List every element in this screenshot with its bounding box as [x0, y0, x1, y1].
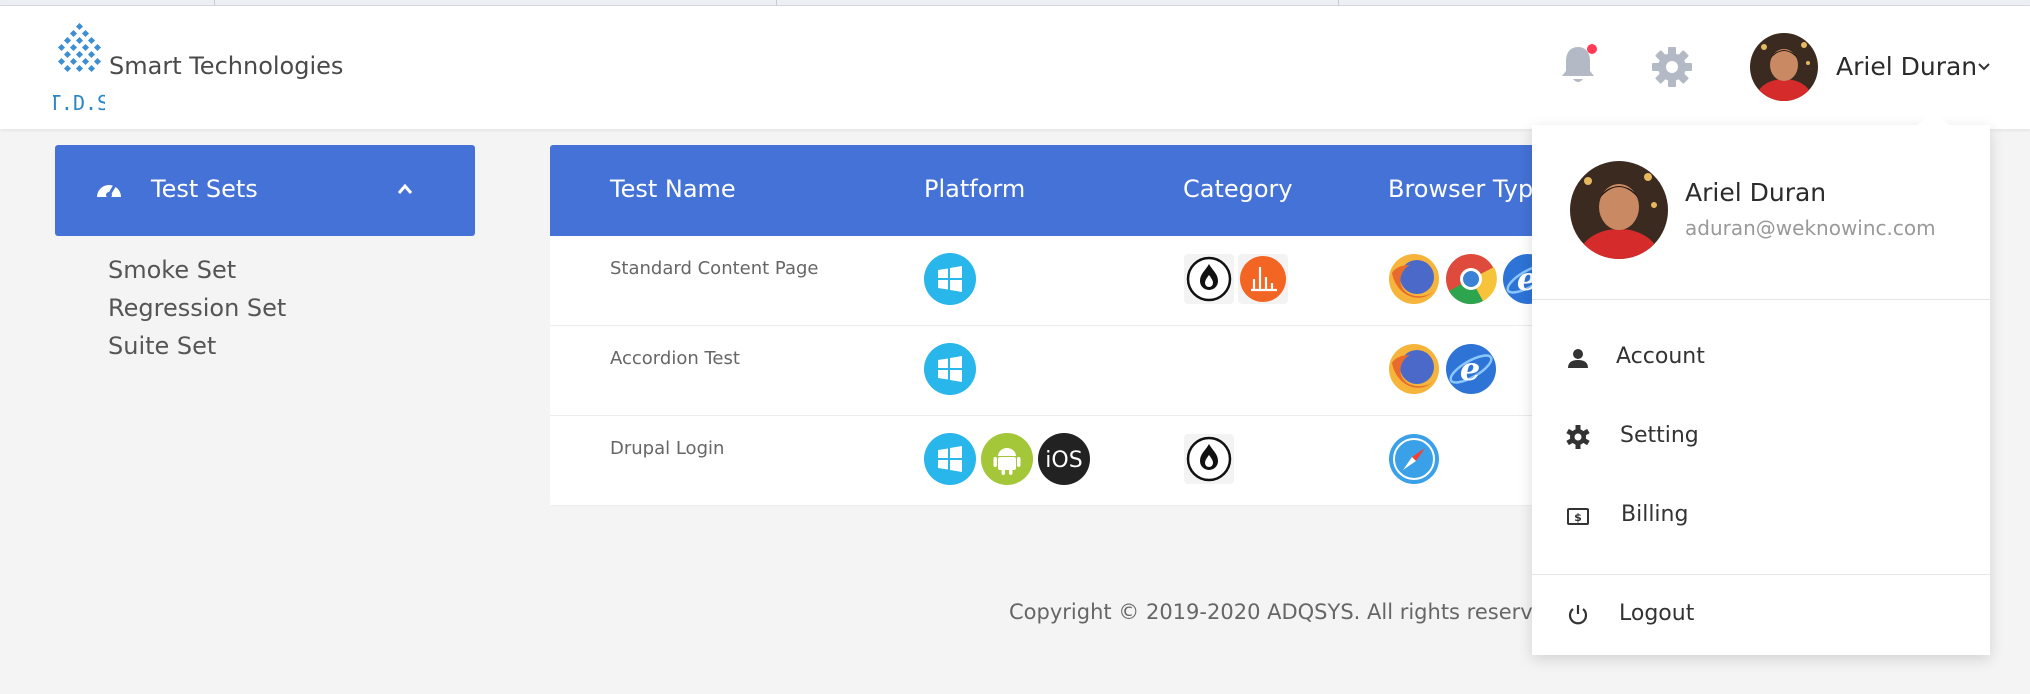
- windows-icon: [924, 343, 976, 395]
- footer-copyright: Copyright © 2019-2020 ADQSYS. All rights…: [1009, 600, 1566, 624]
- firefox-icon: [1389, 254, 1439, 304]
- panel-title: Test Sets: [151, 175, 258, 203]
- avatar[interactable]: [1750, 33, 1818, 101]
- svg-text:iOS: iOS: [1045, 448, 1082, 473]
- test-sets-panel-header[interactable]: Test Sets: [55, 145, 475, 236]
- sidebar-item-smoke-set[interactable]: Smoke Set: [108, 256, 236, 284]
- gear-icon: [1566, 425, 1590, 449]
- menu-item-account[interactable]: Account: [1532, 328, 1990, 388]
- menu-item-logout[interactable]: Logout: [1532, 585, 1990, 645]
- column-header-category[interactable]: Category: [1183, 175, 1293, 203]
- ie-icon: e: [1446, 344, 1496, 394]
- drupal-icon: [1184, 434, 1234, 484]
- bell-icon[interactable]: [1558, 43, 1598, 87]
- divider: [1532, 574, 1990, 575]
- safari-icon: [1389, 434, 1439, 484]
- svg-text:e: e: [1460, 350, 1480, 388]
- windows-icon: [924, 433, 976, 485]
- table-row[interactable]: Accordion Test e: [550, 326, 1550, 416]
- chevron-up-icon[interactable]: [397, 183, 413, 195]
- notification-badge: [1587, 44, 1597, 54]
- analytics-icon: [1238, 254, 1288, 304]
- sidebar-item-regression-set[interactable]: Regression Set: [108, 294, 286, 322]
- menu-item-label: Account: [1616, 344, 1705, 369]
- brand-name: Smart Technologies: [109, 52, 344, 80]
- menu-item-setting[interactable]: Setting: [1532, 407, 1990, 467]
- test-table: Test Name Platform Category Browser Typ …: [550, 145, 1550, 506]
- top-header: T.D.S Smart Technologies Ariel Duran: [0, 6, 2030, 129]
- divider: [1532, 299, 1990, 300]
- ios-icon: iOS: [1038, 433, 1090, 485]
- sidebar-item-suite-set[interactable]: Suite Set: [108, 332, 216, 360]
- logo-icon: T.D.S: [53, 22, 105, 115]
- drupal-icon: [1184, 254, 1234, 304]
- chrome-icon: [1446, 254, 1497, 305]
- user-name[interactable]: Ariel Duran: [1836, 52, 1977, 81]
- menu-item-label: Logout: [1619, 601, 1695, 626]
- android-icon: [981, 433, 1033, 485]
- power-icon: [1568, 605, 1588, 625]
- test-name-cell[interactable]: Accordion Test: [610, 348, 740, 369]
- column-header-browser-type[interactable]: Browser Typ: [1388, 175, 1533, 203]
- table-header: Test Name Platform Category Browser Typ: [550, 145, 1550, 236]
- svg-text:$: $: [1574, 511, 1582, 524]
- chevron-down-icon[interactable]: [1977, 62, 1991, 72]
- logo-lettering: T.D.S: [53, 91, 105, 115]
- table-row[interactable]: Standard Content Page e: [550, 236, 1550, 326]
- menu-item-label: Setting: [1620, 423, 1699, 448]
- avatar: [1570, 161, 1668, 259]
- menu-item-label: Billing: [1621, 502, 1689, 527]
- dropdown-user-name: Ariel Duran: [1685, 178, 1827, 207]
- firefox-icon: [1389, 344, 1439, 394]
- billing-icon: $: [1567, 508, 1589, 525]
- gear-icon[interactable]: [1651, 46, 1693, 88]
- column-header-test-name[interactable]: Test Name: [610, 175, 736, 203]
- dropdown-user-email: aduran@weknowinc.com: [1685, 216, 1936, 240]
- test-name-cell[interactable]: Drupal Login: [610, 438, 724, 459]
- table-row[interactable]: Drupal Login iOS: [550, 416, 1550, 506]
- column-header-platform[interactable]: Platform: [924, 175, 1025, 203]
- test-name-cell[interactable]: Standard Content Page: [610, 258, 819, 279]
- windows-icon: [924, 253, 976, 305]
- menu-item-billing[interactable]: $ Billing: [1532, 486, 1990, 546]
- dashboard-gauge-icon: [97, 184, 121, 198]
- user-dropdown-menu: Ariel Duran aduran@weknowinc.com Account…: [1532, 109, 1990, 655]
- user-icon: [1568, 349, 1588, 368]
